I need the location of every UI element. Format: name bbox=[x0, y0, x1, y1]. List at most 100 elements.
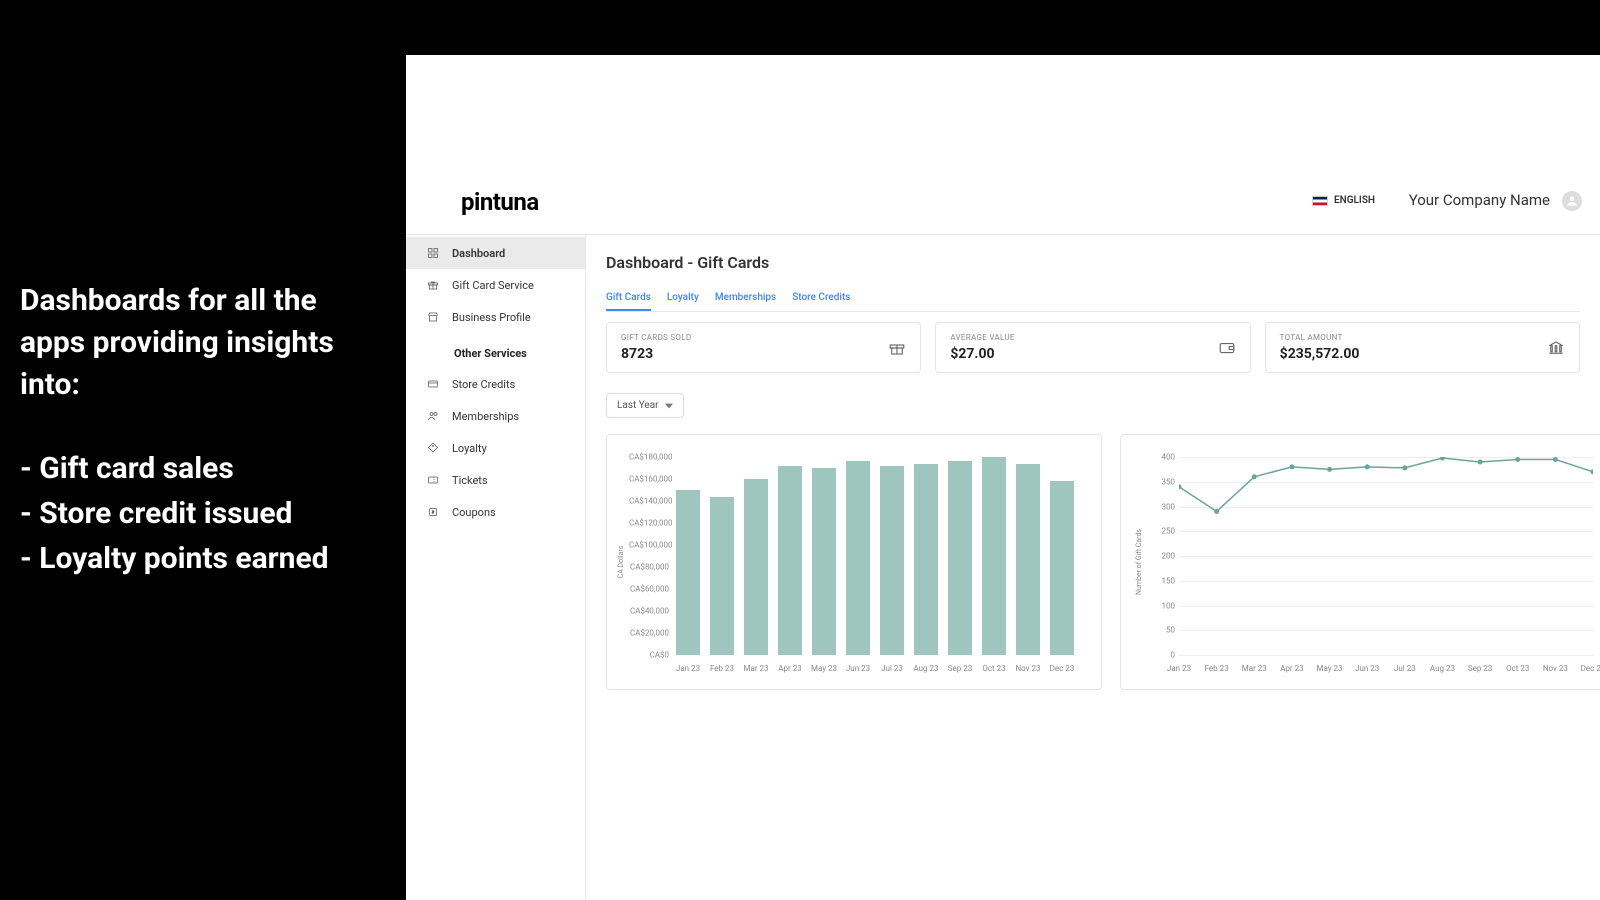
store-icon bbox=[426, 310, 440, 324]
sidebar-item-label: Tickets bbox=[452, 474, 488, 487]
bar-xtick: Oct 23 bbox=[982, 664, 1005, 673]
sidebar-item-label: Coupons bbox=[452, 506, 496, 519]
flag-icon bbox=[1312, 196, 1328, 206]
gift-icon bbox=[426, 278, 440, 292]
line-ytick: 250 bbox=[1137, 527, 1175, 536]
line-ytick: 350 bbox=[1137, 477, 1175, 486]
stat-cards: GIFT CARDS SOLD 8723 AVERAGE VALUE $27.0… bbox=[606, 322, 1580, 373]
sidebar-item-business[interactable]: Business Profile bbox=[406, 301, 585, 333]
charts-row: CA Dollars CA$0CA$20,000CA$40,000CA$60,0… bbox=[606, 434, 1580, 690]
stat-card-total: TOTAL AMOUNT $235,572.00 bbox=[1265, 322, 1580, 373]
users-icon bbox=[426, 409, 440, 423]
bar bbox=[982, 457, 1006, 655]
stat-card-sold: GIFT CARDS SOLD 8723 bbox=[606, 322, 921, 373]
line-chart-card: Number of Gift Cards 0501001502002503003… bbox=[1120, 434, 1600, 690]
bar-ytick: CA$180,000 bbox=[629, 453, 669, 462]
bar-ytick: CA$120,000 bbox=[629, 519, 669, 528]
sidebar-item-dashboard[interactable]: Dashboard bbox=[406, 237, 585, 269]
line-xtick: Jan 23 bbox=[1167, 664, 1191, 673]
bar-ytick: CA$160,000 bbox=[629, 475, 669, 484]
sidebar-item-label: Store Credits bbox=[452, 378, 515, 391]
tab-loyalty[interactable]: Loyalty bbox=[667, 286, 699, 311]
bar-xtick: May 23 bbox=[811, 664, 837, 673]
stat-card-average: AVERAGE VALUE $27.00 bbox=[935, 322, 1250, 373]
bar-chart-card: CA Dollars CA$0CA$20,000CA$40,000CA$60,0… bbox=[606, 434, 1102, 690]
promo-bullet: - Gift card sales bbox=[20, 446, 386, 491]
stat-value: $27.00 bbox=[950, 346, 1014, 362]
bar-xtick: Nov 23 bbox=[1015, 664, 1040, 673]
bar bbox=[1050, 481, 1074, 655]
app-logo[interactable]: pintuna bbox=[461, 188, 539, 216]
bar bbox=[676, 490, 700, 655]
bar bbox=[1016, 464, 1040, 655]
line-xtick: Mar 23 bbox=[1242, 664, 1267, 673]
language-selector[interactable]: ENGLISH bbox=[1312, 195, 1375, 206]
sidebar-item-coupons[interactable]: Coupons bbox=[406, 496, 585, 528]
line-xtick: Oct 23 bbox=[1506, 664, 1529, 673]
bar bbox=[880, 466, 904, 655]
bar-xtick: Jul 23 bbox=[881, 664, 903, 673]
bar-chart: CA Dollars CA$0CA$20,000CA$40,000CA$60,0… bbox=[619, 447, 1089, 677]
bar-xtick: Mar 23 bbox=[743, 664, 768, 673]
bar bbox=[744, 479, 768, 655]
bar bbox=[948, 461, 972, 655]
sidebar-item-loyalty[interactable]: Loyalty bbox=[406, 432, 585, 464]
line-path bbox=[1179, 457, 1593, 655]
sidebar-nav: Dashboard Gift Card Service Business Pro… bbox=[406, 235, 586, 900]
time-filter-dropdown[interactable]: Last Year bbox=[606, 393, 684, 418]
bar-ytick: CA$80,000 bbox=[629, 563, 669, 572]
bar-xtick: Sep 23 bbox=[948, 664, 972, 673]
wallet-icon bbox=[1218, 339, 1236, 357]
stat-label: TOTAL AMOUNT bbox=[1280, 333, 1360, 342]
dollar-icon bbox=[426, 505, 440, 519]
person-icon bbox=[1565, 194, 1579, 208]
sidebar-item-label: Loyalty bbox=[452, 442, 487, 455]
sidebar-item-tickets[interactable]: Tickets bbox=[406, 464, 585, 496]
stat-label: GIFT CARDS SOLD bbox=[621, 333, 691, 342]
line-xtick: Apr 23 bbox=[1280, 664, 1303, 673]
bar-ytick: CA$140,000 bbox=[629, 497, 669, 506]
line-ytick: 100 bbox=[1137, 601, 1175, 610]
stat-label: AVERAGE VALUE bbox=[950, 333, 1014, 342]
bar-ytick: CA$40,000 bbox=[629, 607, 669, 616]
sidebar-item-label: Memberships bbox=[452, 410, 519, 423]
line-xtick: Feb 23 bbox=[1205, 664, 1229, 673]
bar-xtick: Feb 23 bbox=[710, 664, 734, 673]
bar bbox=[812, 468, 836, 655]
line-ytick: 400 bbox=[1137, 453, 1175, 462]
tab-giftcards[interactable]: Gift Cards bbox=[606, 286, 651, 311]
sidebar-item-memberships[interactable]: Memberships bbox=[406, 400, 585, 432]
language-label: ENGLISH bbox=[1334, 195, 1375, 206]
sidebar-item-label: Gift Card Service bbox=[452, 279, 534, 292]
grid-icon bbox=[426, 246, 440, 260]
user-avatar[interactable] bbox=[1562, 191, 1582, 211]
company-name: Your Company Name bbox=[1409, 191, 1550, 209]
line-xtick: Dec 23 bbox=[1581, 664, 1600, 673]
line-ytick: 150 bbox=[1137, 576, 1175, 585]
line-xtick: Sep 23 bbox=[1468, 664, 1492, 673]
chevron-down-icon bbox=[665, 403, 673, 409]
bar-chart-ylabel: CA Dollars bbox=[617, 546, 625, 579]
bar-xtick: Dec 23 bbox=[1050, 664, 1075, 673]
tab-memberships[interactable]: Memberships bbox=[715, 286, 776, 311]
sidebar-item-storecredits[interactable]: Store Credits bbox=[406, 368, 585, 400]
sidebar-item-giftcard[interactable]: Gift Card Service bbox=[406, 269, 585, 301]
page-title: Dashboard - Gift Cards bbox=[606, 253, 1580, 272]
app-frame: pintuna ENGLISH Your Company Name Dashbo… bbox=[406, 55, 1600, 900]
tab-storecredits[interactable]: Store Credits bbox=[792, 286, 850, 311]
sidebar-item-label: Business Profile bbox=[452, 311, 531, 324]
bar-xtick: Apr 23 bbox=[778, 664, 801, 673]
line-xtick: Jun 23 bbox=[1355, 664, 1379, 673]
line-ytick: 200 bbox=[1137, 552, 1175, 561]
bar-ytick: CA$100,000 bbox=[629, 541, 669, 550]
main-content: Dashboard - Gift Cards Gift Cards Loyalt… bbox=[586, 235, 1600, 900]
line-ytick: 300 bbox=[1137, 502, 1175, 511]
bar bbox=[846, 461, 870, 655]
content-tabs: Gift Cards Loyalty Memberships Store Cre… bbox=[606, 286, 1580, 312]
sidebar-item-label: Dashboard bbox=[452, 247, 505, 260]
stat-value: 8723 bbox=[621, 346, 691, 362]
bar bbox=[914, 464, 938, 655]
line-xtick: May 23 bbox=[1317, 664, 1343, 673]
bar-ytick: CA$60,000 bbox=[629, 585, 669, 594]
grid-line bbox=[1179, 655, 1593, 656]
